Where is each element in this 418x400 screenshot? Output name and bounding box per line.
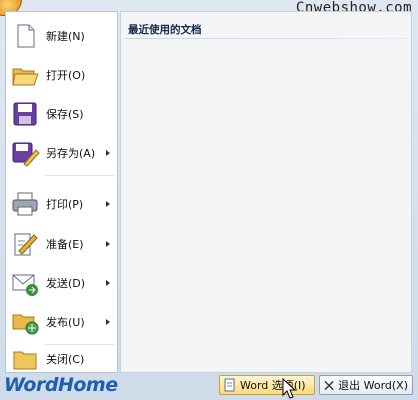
menu-item-label: 准备(E) <box>46 238 84 251</box>
menu-item-label: 打印(P) <box>46 198 84 211</box>
new-document-icon <box>10 21 40 51</box>
menu-item-label: 关闭(C) <box>46 353 85 366</box>
office-menu-window: Cnwebshow.com 新建(N) 打开(O) 保存(S) 另存为(A) 打… <box>0 0 418 400</box>
menu-item-send[interactable]: 发送(D) <box>6 265 117 301</box>
word-options-button[interactable]: Word 选项(I) <box>219 375 315 395</box>
menu-item-prepare[interactable]: 准备(E) <box>6 226 117 262</box>
save-disk-icon <box>10 99 40 129</box>
menu-item-label: 新建(N) <box>46 30 85 43</box>
menu-item-publish[interactable]: 发布(U) <box>6 304 117 340</box>
send-icon <box>10 268 40 298</box>
menu-item-label: 发送(D) <box>46 277 86 290</box>
office-menu-commands: 新建(N) 打开(O) 保存(S) 另存为(A) 打印(P) 准备(E) 发送(… <box>5 11 118 373</box>
brand-logo: WordHome <box>4 374 118 396</box>
menu-item-print[interactable]: 打印(P) <box>6 186 117 222</box>
close-folder-icon <box>10 344 40 374</box>
menu-item-label: 发布(U) <box>46 316 85 329</box>
close-icon <box>324 380 334 390</box>
menu-item-label: 另存为(A) <box>46 147 96 160</box>
recent-documents-title: 最近使用的文档 <box>128 24 202 36</box>
printer-icon <box>10 189 40 219</box>
submenu-arrow-icon <box>106 150 110 156</box>
submenu-arrow-icon <box>106 201 110 207</box>
prepare-icon <box>10 229 40 259</box>
submenu-arrow-icon <box>106 241 110 247</box>
menu-item-close[interactable]: 关闭(C) <box>6 341 117 377</box>
mouse-cursor-icon <box>282 378 297 399</box>
menu-item-save-as[interactable]: 另存为(A) <box>6 135 117 171</box>
separator <box>44 175 114 176</box>
exit-word-label: 退出 Word(X) <box>338 379 408 392</box>
footer-bar: WordHome Word 选项(I) 退出 Word(X) <box>0 373 418 400</box>
menu-item-open[interactable]: 打开(O) <box>6 57 117 93</box>
menu-item-label: 打开(O) <box>46 69 86 82</box>
publish-icon <box>10 307 40 337</box>
menu-item-label: 保存(S) <box>46 108 84 121</box>
recent-documents-pane: 最近使用的文档 <box>120 11 412 373</box>
options-icon <box>224 378 235 392</box>
menu-item-new[interactable]: 新建(N) <box>6 18 117 54</box>
submenu-arrow-icon <box>106 319 110 325</box>
exit-word-button[interactable]: 退出 Word(X) <box>319 375 413 395</box>
open-folder-icon <box>10 60 40 90</box>
save-as-icon <box>10 138 40 168</box>
divider <box>125 38 407 39</box>
submenu-arrow-icon <box>106 280 110 286</box>
menu-item-save[interactable]: 保存(S) <box>6 96 117 132</box>
